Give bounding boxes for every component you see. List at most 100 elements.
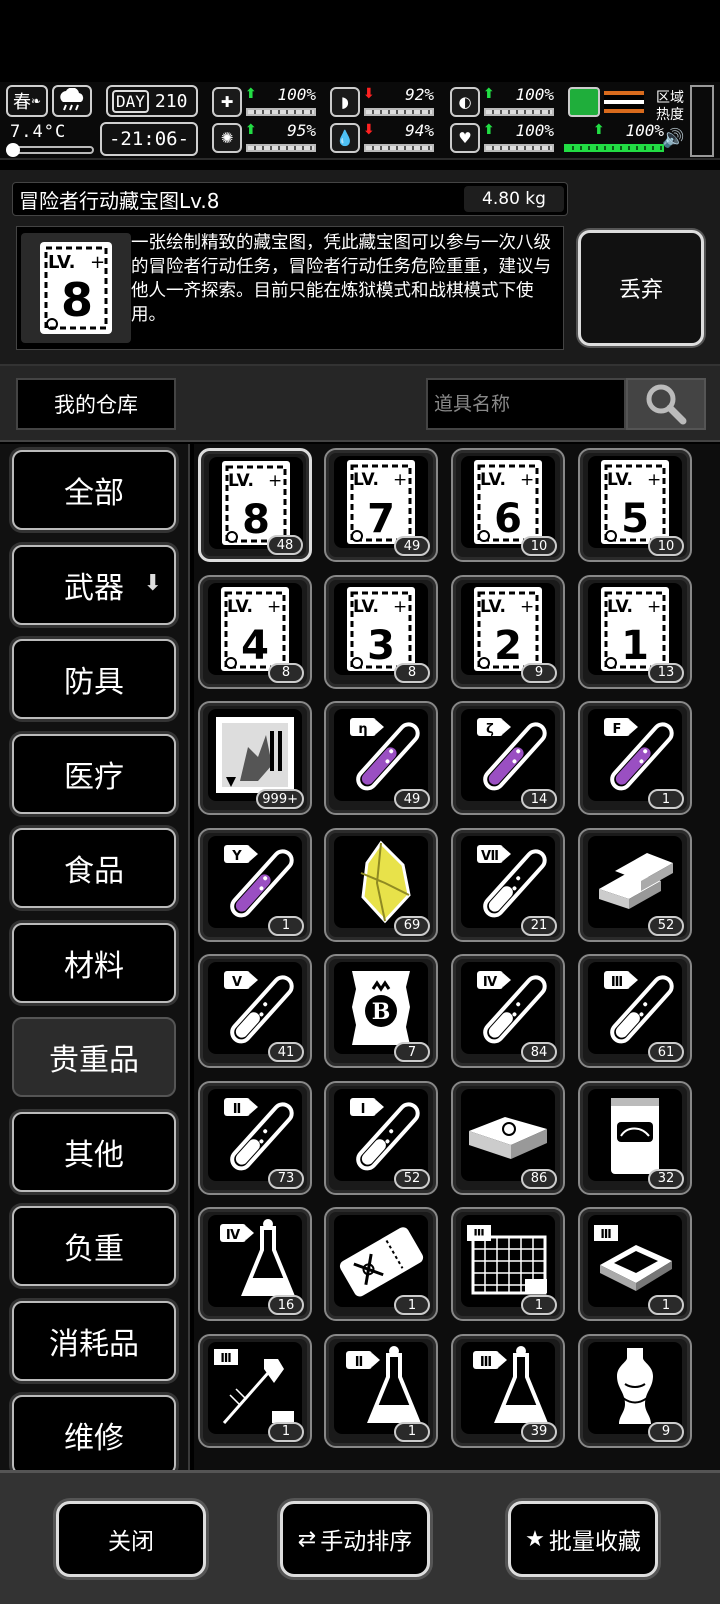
item-count-badge: 10 xyxy=(521,536,557,556)
special-stat-bar xyxy=(564,144,664,152)
category-tab[interactable]: 负重 xyxy=(12,1206,176,1286)
item-count-badge: 52 xyxy=(394,1168,430,1189)
inventory-slot[interactable]: B7 xyxy=(324,954,438,1068)
search-button[interactable] xyxy=(626,378,706,430)
inventory-slot[interactable]: Ⅲ1 xyxy=(451,1207,565,1321)
category-label: 维修 xyxy=(64,1421,124,1456)
stat-water-drop: 💧 ⬇ 94% xyxy=(330,121,438,156)
item-count-badge: 1 xyxy=(268,915,304,936)
inventory-slot[interactable]: LV. +2 9 xyxy=(451,574,565,689)
close-button[interactable]: 关闭 xyxy=(56,1501,206,1577)
inventory-slot[interactable]: 9 xyxy=(578,1333,692,1448)
inventory-slot[interactable]: Ⅳ 84 xyxy=(451,954,565,1068)
inventory-slot[interactable]: 86 xyxy=(451,1080,565,1195)
inventory-slot[interactable]: LV. +8 48 xyxy=(198,448,312,562)
category-tab[interactable]: 消耗品 xyxy=(12,1300,176,1381)
temperature-readout: 7.4°C xyxy=(10,122,67,142)
inventory-slot[interactable]: Ⅲ 39 xyxy=(451,1333,565,1448)
inventory-slot[interactable]: Ⅲ1 xyxy=(198,1333,312,1448)
item-count-badge: 86 xyxy=(521,1168,557,1189)
item-count-badge: 84 xyxy=(521,1042,557,1062)
category-tab[interactable]: 贵重品 xyxy=(12,1017,176,1097)
category-tab[interactable]: 维修 xyxy=(12,1395,176,1470)
purple-test-tube-icon: η xyxy=(334,709,428,801)
inventory-slot[interactable]: ζ 14 xyxy=(451,701,565,815)
inventory-slot[interactable]: LV. +7 49 xyxy=(324,448,438,562)
heart-icon: ♥ xyxy=(450,123,480,153)
svg-text:+: + xyxy=(520,597,534,617)
inventory-slot[interactable]: Ⅳ 16 xyxy=(198,1207,312,1321)
svg-text:η: η xyxy=(358,722,367,737)
stat-heart: ♥ ⬆ 100% xyxy=(450,121,558,156)
cash-stack-icon xyxy=(461,1088,555,1181)
blueprint-grid-icon: Ⅲ xyxy=(461,1215,555,1307)
item-weight: 4.80 kg xyxy=(464,186,564,212)
category-tab[interactable]: 武器 ⬇ xyxy=(12,544,176,625)
item-grid[interactable]: LV. +8 48 LV. +7 49 LV. +6 10 LV. +5 10 LV. +4 8 LV. +3 8… xyxy=(194,444,720,1470)
item-count-badge: 39 xyxy=(521,1421,557,1442)
manual-sort-button[interactable]: ⇄ 手动排序 xyxy=(280,1501,430,1577)
category-label: 武器 xyxy=(64,570,124,606)
flask-icon: Ⅲ xyxy=(461,1341,555,1434)
inventory-slot[interactable]: Ⅱ 73 xyxy=(198,1080,312,1195)
inventory-slot[interactable]: 1 xyxy=(324,1207,438,1321)
inventory-slot[interactable]: LV. +6 10 xyxy=(451,448,565,562)
category-tab[interactable]: 防具 xyxy=(12,639,176,719)
stat-value: 100% xyxy=(515,85,554,104)
stat-bar xyxy=(364,144,434,152)
inventory-slot[interactable]: 69 xyxy=(324,827,438,942)
region-heat-bar xyxy=(690,85,714,157)
item-count-badge: 1 xyxy=(521,1295,557,1315)
purple-test-tube-icon: Y xyxy=(208,835,302,928)
inventory-slot[interactable]: LV. +5 10 xyxy=(578,448,692,562)
inventory-slot[interactable]: 32 xyxy=(578,1080,692,1195)
category-tab[interactable]: 医疗 xyxy=(12,733,176,814)
category-label: 医疗 xyxy=(64,759,124,795)
inventory-slot[interactable]: η 49 xyxy=(324,701,438,815)
inventory-slot[interactable]: Ⅰ 52 xyxy=(324,1080,438,1195)
faction-flag[interactable] xyxy=(568,87,646,119)
svg-text:Ⅲ: Ⅲ xyxy=(220,1351,231,1365)
item-description: 一张绘制精致的藏宝图，凭此藏宝图可以参与一次八级的冒险者行动任务，冒险者行动任务… xyxy=(131,233,551,325)
stat-bar xyxy=(484,108,554,116)
stat-value: 100% xyxy=(277,85,316,104)
stat-pill: ◐ ⬆ 100% xyxy=(450,85,558,120)
arrow-down-icon: ⬇ xyxy=(143,570,162,596)
inventory-slot[interactable]: LV. +3 8 xyxy=(324,574,438,689)
test-tube-icon: Ⅲ xyxy=(588,962,682,1054)
item-count-badge: 8 xyxy=(394,662,430,683)
speaker-icon[interactable]: 🔊 xyxy=(662,128,684,149)
inventory-slot[interactable]: Ⅲ1 xyxy=(578,1207,692,1321)
category-tab[interactable]: 食品 xyxy=(12,828,176,908)
item-search-input[interactable] xyxy=(426,378,626,430)
category-tab[interactable]: 全部 xyxy=(12,450,176,530)
inventory-slot[interactable]: LV. +4 8 xyxy=(198,574,312,689)
stat-bar xyxy=(246,144,316,152)
inventory-slot[interactable]: Ⅱ1 xyxy=(324,1333,438,1448)
warehouse-tab[interactable]: 我的仓库 xyxy=(16,378,176,430)
batch-favorite-button[interactable]: ★ 批量收藏 xyxy=(508,1501,658,1577)
trend-up-icon: ⬆ xyxy=(245,122,257,138)
category-label: 消耗品 xyxy=(49,1326,139,1362)
category-tab[interactable]: 材料 xyxy=(12,922,176,1003)
category-tab[interactable]: 其他 xyxy=(12,1111,176,1192)
trend-up-icon: ⬆ xyxy=(245,86,257,102)
inventory-slot[interactable]: 52 xyxy=(578,827,692,942)
inventory-slot[interactable]: 999+ xyxy=(198,701,312,815)
inventory-slot[interactable]: LV. +1 13 xyxy=(578,574,692,689)
inventory-slot[interactable]: Ⅴ 41 xyxy=(198,954,312,1068)
discard-button[interactable]: 丢弃 xyxy=(578,230,704,346)
svg-text:F: F xyxy=(613,722,622,737)
stat-bar xyxy=(246,108,316,116)
map-level: 8 xyxy=(61,273,94,327)
inventory-slot[interactable]: Ⅶ 21 xyxy=(451,827,565,942)
inventory-slot[interactable]: Ⅲ 61 xyxy=(578,954,692,1068)
treasure-map-icon: LV. +6 xyxy=(461,456,555,548)
status-hud: 春 ❧ 7.4°C DAY 210 -21:06- ✚ ⬆ 100% ◗ ⬇ 92% ◐ ⬆ 1… xyxy=(0,82,720,160)
svg-text:+: + xyxy=(268,471,282,491)
category-sidebar[interactable]: 全部武器 ⬇ 防具医疗食品材料贵重品其他负重消耗品维修 xyxy=(0,444,190,1470)
special-stat: ⬆ 100% xyxy=(560,121,668,156)
inventory-slot[interactable]: F1 xyxy=(578,701,692,815)
inventory-slot[interactable]: Y1 xyxy=(198,827,312,942)
purple-test-tube-icon: ζ xyxy=(461,709,555,801)
